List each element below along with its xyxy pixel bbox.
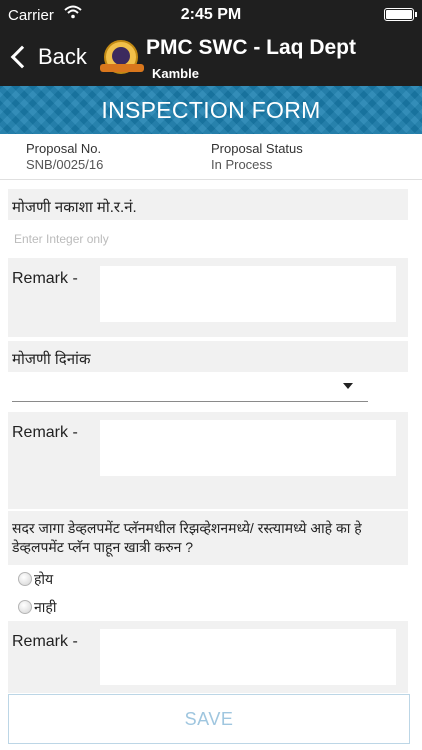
- navigation-bar: Back PMC SWC - Laq Dept Kamble: [0, 30, 422, 86]
- question-label: मोजणी नकाशा मो.र.नं.: [12, 199, 137, 216]
- radio-button-icon: [18, 572, 32, 586]
- proposal-status-value: In Process: [211, 157, 273, 172]
- remark-row: Remark -: [8, 258, 408, 336]
- question-survey-date: मोजणी दिनांक Remark -: [8, 341, 408, 509]
- question-survey-map-number: मोजणी नकाशा मो.र.नं. Remark -: [8, 189, 408, 337]
- remark-label: Remark -: [12, 633, 78, 650]
- battery-icon: [384, 8, 417, 21]
- chevron-left-icon: [10, 45, 34, 69]
- proposal-number-value: SNB/0025/16: [26, 157, 104, 172]
- remark-row: Remark -: [8, 412, 408, 490]
- radio-option-no[interactable]: नाही: [8, 593, 408, 621]
- question-development-plan: सदर जागा डेव्हलपमेंट प्लॅनमधील रिझव्हेशन…: [8, 511, 408, 693]
- radio-button-icon: [18, 600, 32, 614]
- remark-input[interactable]: [100, 629, 396, 685]
- survey-date-picker[interactable]: [8, 372, 408, 412]
- form-title-banner: INSPECTION FORM: [0, 86, 422, 134]
- question-label: मोजणी दिनांक: [12, 351, 91, 368]
- date-underline: [12, 401, 368, 402]
- status-time: 2:45 PM: [180, 6, 242, 23]
- proposal-number-label: Proposal No.: [26, 141, 102, 156]
- survey-number-input[interactable]: [8, 220, 408, 258]
- radio-option-label: नाही: [34, 598, 57, 615]
- question-label-line2: डेव्हलपमेंट प्लॅन पाहून खात्री करुन ?: [12, 539, 194, 555]
- remark-label: Remark -: [12, 270, 78, 287]
- remark-row: Remark -: [8, 621, 408, 699]
- remark-input[interactable]: [100, 420, 396, 476]
- remark-label: Remark -: [12, 424, 78, 441]
- dropdown-arrow-icon: [343, 383, 353, 389]
- nav-title: PMC SWC - Laq Dept: [146, 36, 356, 59]
- proposal-status: Proposal Status In Process: [211, 141, 303, 173]
- proposal-summary: Proposal No. SNB/0025/16 Proposal Status…: [0, 134, 422, 180]
- question-label-line1: सदर जागा डेव्हलपमेंट प्लॅनमधील रिझव्हेशन…: [12, 520, 362, 536]
- proposal-status-label: Proposal Status: [211, 141, 303, 156]
- back-button[interactable]: Back: [8, 40, 87, 74]
- nav-subtitle: Kamble: [152, 66, 199, 81]
- status-bar: Carrier 2:45 PM: [0, 0, 422, 30]
- proposal-number: Proposal No. SNB/0025/16: [26, 141, 103, 173]
- question-label: सदर जागा डेव्हलपमेंट प्लॅनमधील रिझव्हेशन…: [8, 511, 408, 565]
- department-logo: [100, 40, 144, 74]
- radio-option-yes[interactable]: होय: [8, 565, 408, 593]
- back-label: Back: [38, 44, 87, 69]
- save-button[interactable]: SAVE: [8, 694, 410, 744]
- remark-input[interactable]: [100, 266, 396, 322]
- radio-option-label: होय: [34, 570, 54, 587]
